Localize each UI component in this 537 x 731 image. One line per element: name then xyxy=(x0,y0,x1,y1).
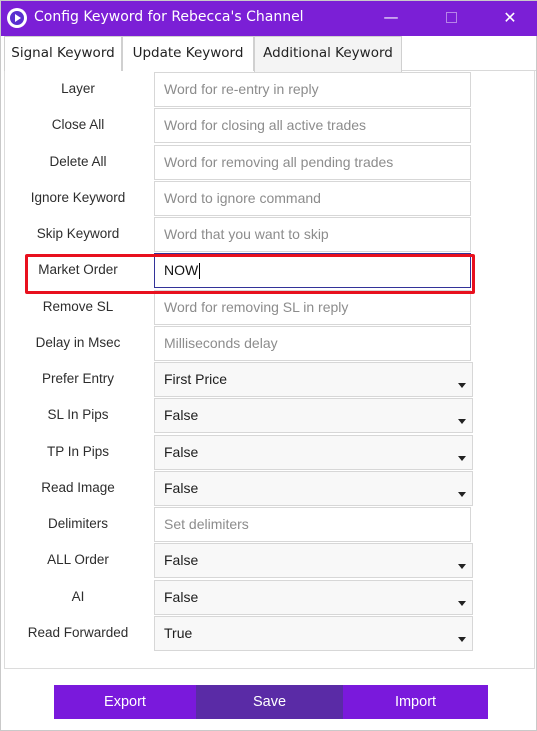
tab-additional-keyword[interactable]: Additional Keyword xyxy=(254,36,402,72)
ignore-keyword-label: Ignore Keyword xyxy=(30,190,126,205)
maximize-button[interactable] xyxy=(428,1,474,36)
ai-selected-value: False xyxy=(164,589,199,605)
delete-all-label: Delete All xyxy=(49,154,107,169)
window-title: Config Keyword for Rebecca's Channel xyxy=(34,9,304,25)
remove-sl-input[interactable]: Word for removing SL in reply xyxy=(154,290,471,325)
all-order-selected-value: False xyxy=(164,552,199,568)
skip-keyword-input[interactable]: Word that you want to skip xyxy=(154,217,471,252)
dropdown-arrow-icon xyxy=(458,383,466,388)
ignore-keyword-placeholder: Word to ignore command xyxy=(164,190,321,206)
remove-sl-placeholder: Word for removing SL in reply xyxy=(164,299,349,315)
sl-in-pips-label: SL In Pips xyxy=(47,407,109,422)
text-caret xyxy=(199,263,201,280)
delay-in-msec-input[interactable]: Milliseconds delay xyxy=(154,326,471,361)
save-button[interactable]: Save xyxy=(196,685,343,719)
layer-placeholder: Word for re-entry in reply xyxy=(164,81,319,97)
prefer-entry-label: Prefer Entry xyxy=(41,371,115,386)
market-order-value: NOW xyxy=(164,262,199,278)
tab-signal-keyword[interactable]: Signal Keyword xyxy=(4,36,122,71)
read-image-selected-value: False xyxy=(164,480,199,496)
layer-label: Layer xyxy=(61,81,95,96)
delay-in-msec-placeholder: Milliseconds delay xyxy=(164,335,278,351)
read-forwarded-selected-value: True xyxy=(164,625,193,641)
sl-in-pips-selected-value: False xyxy=(164,407,199,423)
close-all-placeholder: Word for closing all active trades xyxy=(164,117,367,133)
ignore-keyword-input[interactable]: Word to ignore command xyxy=(154,181,471,216)
sl-in-pips-select[interactable]: False xyxy=(154,398,473,433)
import-button[interactable]: Import xyxy=(343,685,488,719)
read-forwarded-select[interactable]: True xyxy=(154,616,473,651)
delimiters-placeholder: Set delimiters xyxy=(164,516,249,532)
delimiters-input[interactable]: Set delimiters xyxy=(154,507,471,542)
layer-input[interactable]: Word for re-entry in reply xyxy=(154,72,471,107)
close-button[interactable]: ✕ xyxy=(487,1,533,36)
all-order-select[interactable]: False xyxy=(154,543,473,578)
delay-in-msec-label: Delay in Msec xyxy=(35,335,121,350)
all-order-label: ALL Order xyxy=(47,552,109,567)
skip-keyword-label: Skip Keyword xyxy=(36,226,120,241)
prefer-entry-select[interactable]: First Price xyxy=(154,362,473,397)
skip-keyword-placeholder: Word that you want to skip xyxy=(164,226,329,242)
market-order-label: Market Order xyxy=(38,262,118,277)
maximize-icon xyxy=(445,12,457,23)
close-all-input[interactable]: Word for closing all active trades xyxy=(154,108,471,143)
remove-sl-label: Remove SL xyxy=(42,299,114,314)
tab-bar: Signal Keyword Update Keyword Additional… xyxy=(4,36,536,72)
market-order-input[interactable]: NOW xyxy=(154,253,471,288)
delete-all-placeholder: Word for removing all pending trades xyxy=(164,154,394,170)
prefer-entry-selected-value: First Price xyxy=(164,371,227,387)
dropdown-arrow-icon xyxy=(458,456,466,461)
read-image-label: Read Image xyxy=(41,480,115,495)
read-forwarded-label: Read Forwarded xyxy=(27,625,129,640)
app-logo-icon xyxy=(7,8,27,28)
minimize-button[interactable]: — xyxy=(368,1,414,36)
delimiters-label: Delimiters xyxy=(47,516,108,531)
read-image-select[interactable]: False xyxy=(154,471,473,506)
dropdown-arrow-icon xyxy=(458,419,466,424)
ai-label: AI xyxy=(71,589,85,604)
ai-select[interactable]: False xyxy=(154,580,473,615)
export-button[interactable]: Export xyxy=(54,685,196,719)
delete-all-input[interactable]: Word for removing all pending trades xyxy=(154,145,471,180)
tp-in-pips-selected-value: False xyxy=(164,444,199,460)
dropdown-arrow-icon xyxy=(458,637,466,642)
dropdown-arrow-icon xyxy=(458,492,466,497)
tp-in-pips-select[interactable]: False xyxy=(154,435,473,470)
dropdown-arrow-icon xyxy=(458,601,466,606)
title-bar[interactable]: Config Keyword for Rebecca's Channel — ✕ xyxy=(1,1,537,36)
config-keyword-window: Config Keyword for Rebecca's Channel — ✕… xyxy=(0,0,537,731)
tp-in-pips-label: TP In Pips xyxy=(46,444,110,459)
tab-update-keyword[interactable]: Update Keyword xyxy=(122,36,254,71)
dropdown-arrow-icon xyxy=(458,564,466,569)
close-all-label: Close All xyxy=(51,117,105,132)
